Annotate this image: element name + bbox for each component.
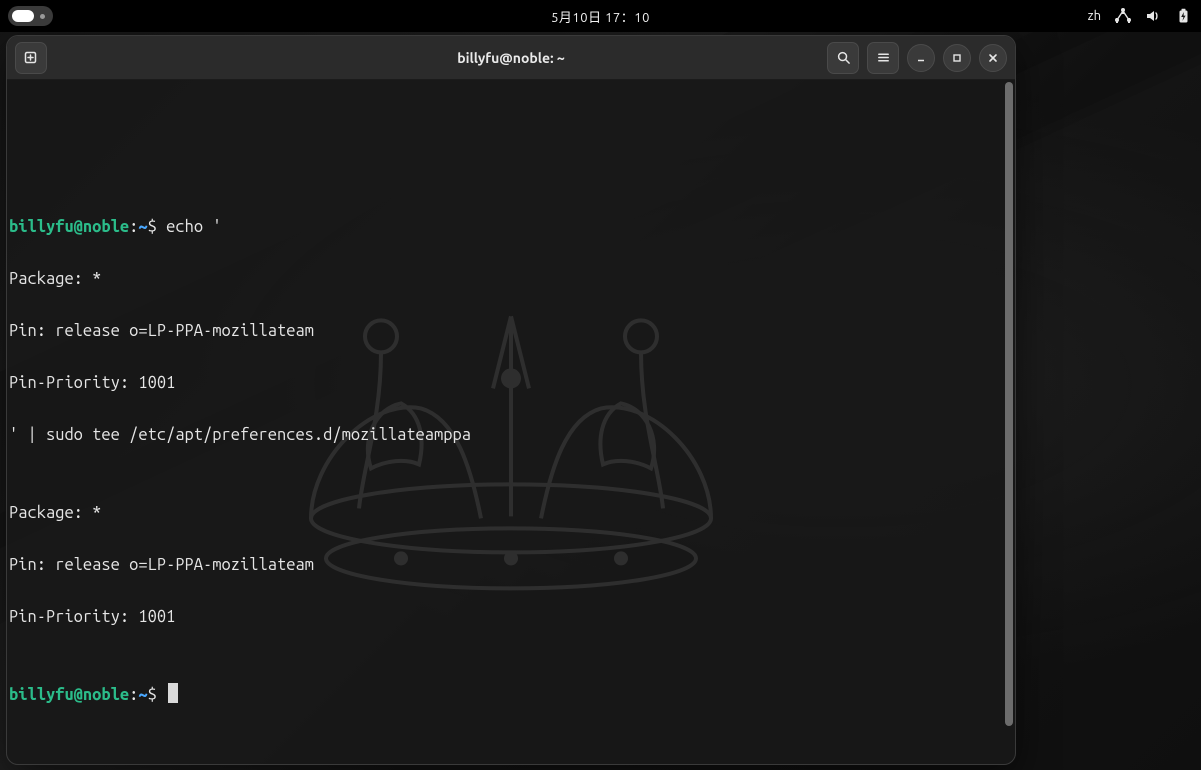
- terminal-line: Pin: release o=LP-PPA-mozillateam: [9, 318, 1009, 344]
- terminal-viewport[interactable]: billyfu@noble:~$ echo ' Package: * Pin: …: [7, 80, 1015, 764]
- prompt-sigil: $: [148, 218, 157, 236]
- terminal-prompt-line: billyfu@noble:~$: [9, 682, 1009, 708]
- terminal-line: Package: *: [9, 266, 1009, 292]
- prompt-user-host: billyfu@noble: [9, 686, 129, 704]
- volume-icon[interactable]: [1145, 8, 1161, 24]
- window-titlebar[interactable]: billyfu@noble: ~: [7, 36, 1015, 80]
- command-text: echo ': [157, 218, 222, 236]
- terminal-line: ' | sudo tee /etc/apt/preferences.d/mozi…: [9, 422, 1009, 448]
- maximize-button[interactable]: [943, 44, 971, 72]
- workspace-dot: [40, 14, 45, 19]
- clock[interactable]: 5月10日 17：10: [551, 7, 650, 26]
- input-method-indicator[interactable]: zh: [1088, 9, 1101, 23]
- terminal-window: billyfu@noble: ~: [6, 35, 1016, 765]
- system-tray: zh: [1088, 8, 1191, 24]
- prompt-separator: :: [129, 686, 138, 704]
- terminal-cursor: [168, 683, 178, 703]
- hamburger-menu-button[interactable]: [867, 42, 899, 74]
- prompt-sigil: $: [148, 686, 157, 704]
- minimize-button[interactable]: [907, 44, 935, 72]
- search-button[interactable]: [827, 42, 859, 74]
- prompt-path: ~: [138, 218, 147, 236]
- prompt-path: ~: [138, 686, 147, 704]
- terminal-output-line: Package: *: [9, 500, 1009, 526]
- activities-pill[interactable]: [8, 6, 53, 26]
- close-button[interactable]: [979, 44, 1007, 72]
- ubuntu-noble-crown-watermark: [251, 259, 771, 639]
- window-title: billyfu@noble: ~: [457, 50, 565, 66]
- prompt-separator: :: [129, 218, 138, 236]
- network-icon[interactable]: [1115, 8, 1131, 24]
- gnome-top-bar: 5月10日 17：10 zh: [0, 0, 1201, 32]
- activities-indicator: [12, 10, 34, 22]
- terminal-line: Pin-Priority: 1001: [9, 370, 1009, 396]
- terminal-output-line: Pin: release o=LP-PPA-mozillateam: [9, 552, 1009, 578]
- new-tab-button[interactable]: [15, 42, 47, 74]
- terminal-line: billyfu@noble:~$ echo ': [9, 214, 1009, 240]
- battery-charging-icon[interactable]: [1175, 8, 1191, 24]
- prompt-user-host: billyfu@noble: [9, 218, 129, 236]
- terminal-output-line: Pin-Priority: 1001: [9, 604, 1009, 630]
- terminal-scrollbar[interactable]: [1005, 82, 1013, 726]
